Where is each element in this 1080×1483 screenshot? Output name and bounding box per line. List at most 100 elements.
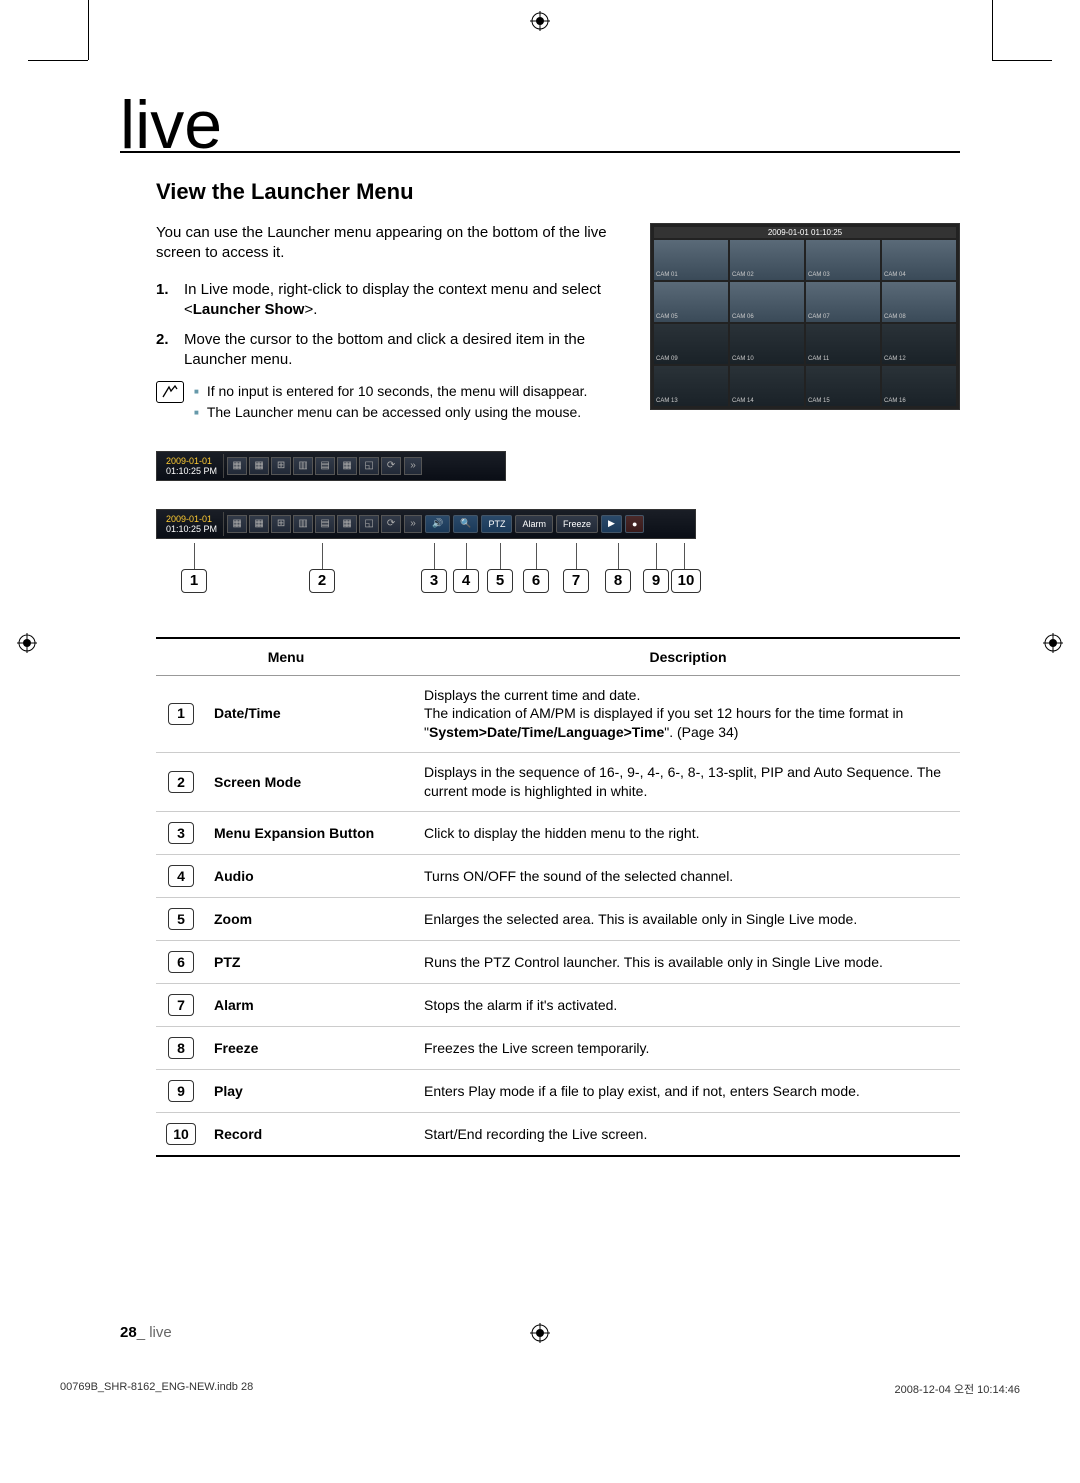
row-desc: Displays in the sequence of 16-, 9-, 4-,…: [416, 753, 960, 812]
zoom-button[interactable]: 🔍: [453, 515, 478, 533]
row-name: Alarm: [206, 983, 416, 1026]
split-9-icon[interactable]: ▦: [249, 457, 269, 475]
row-num: 10: [166, 1123, 196, 1145]
table-row: 2 Screen Mode Displays in the sequence o…: [156, 753, 960, 812]
table-row: 10 Record Start/End recording the Live s…: [156, 1112, 960, 1156]
row-desc: Turns ON/OFF the sound of the selected c…: [416, 854, 960, 897]
row-num: 2: [168, 771, 194, 793]
intro-text: You can use the Launcher menu appearing …: [156, 223, 630, 264]
callout-6: 6: [523, 569, 549, 593]
section-title: View the Launcher Menu: [156, 179, 960, 205]
registration-mark-icon: [1042, 632, 1064, 654]
row-name: Screen Mode: [206, 753, 416, 812]
cam-cell: CAM 07: [806, 282, 880, 322]
split-6-icon[interactable]: ▥: [293, 515, 313, 533]
registration-mark-icon: [16, 632, 38, 654]
split-16-icon[interactable]: ▦: [227, 457, 247, 475]
row-num: 7: [168, 994, 194, 1016]
note-1: If no input is entered for 10 seconds, t…: [194, 381, 587, 402]
split-9-icon[interactable]: ▦: [249, 515, 269, 533]
cam-cell: CAM 02: [730, 240, 804, 280]
row-desc: Enters Play mode if a file to play exist…: [416, 1069, 960, 1112]
screen-mode-icons: ▦ ▦ ⊞ ▥ ▤ ▦ ◱ ⟳: [227, 515, 401, 533]
row-num: 9: [168, 1080, 194, 1102]
split-4-icon[interactable]: ⊞: [271, 457, 291, 475]
callout-5: 5: [487, 569, 513, 593]
row-desc: Enlarges the selected area. This is avai…: [416, 897, 960, 940]
cam-cell: CAM 01: [654, 240, 728, 280]
split-6-icon[interactable]: ▥: [293, 457, 313, 475]
row-name: Menu Expansion Button: [206, 811, 416, 854]
step-2-text: Move the cursor to the bottom and click …: [184, 330, 630, 371]
footer-section: _ live: [137, 1324, 172, 1341]
crop-mark: [992, 0, 993, 60]
split-pip-icon[interactable]: ◱: [359, 515, 379, 533]
split-auto-icon[interactable]: ⟳: [381, 457, 401, 475]
callout-9: 9: [643, 569, 669, 593]
launcher-datetime: 2009-01-01 01:10:25 PM: [160, 512, 224, 536]
row-name: Freeze: [206, 1026, 416, 1069]
print-file: 00769B_SHR-8162_ENG-NEW.indb 28: [60, 1381, 253, 1397]
callout-2: 2: [309, 569, 335, 593]
row-name: Zoom: [206, 897, 416, 940]
cam-cell: CAM 15: [806, 366, 880, 406]
split-8-icon[interactable]: ▤: [315, 515, 335, 533]
cam-cell: CAM 08: [882, 282, 956, 322]
callout-4: 4: [453, 569, 479, 593]
row-num: 8: [168, 1037, 194, 1059]
row-name: Date/Time: [206, 675, 416, 753]
table-row: 3 Menu Expansion Button Click to display…: [156, 811, 960, 854]
menu-description-table: Menu Description 1 Date/Time Displays th…: [156, 637, 960, 1157]
cam-cell: CAM 11: [806, 324, 880, 364]
play-button[interactable]: ▶: [601, 515, 622, 533]
menu-expand-button[interactable]: »: [404, 457, 422, 475]
freeze-button[interactable]: Freeze: [556, 515, 598, 533]
cam-cell: CAM 10: [730, 324, 804, 364]
split-auto-icon[interactable]: ⟳: [381, 515, 401, 533]
alarm-button[interactable]: Alarm: [515, 515, 553, 533]
callout-row: 1 2 3 4 5 6 7 8 9 10: [156, 543, 960, 603]
page-number: 28: [120, 1324, 137, 1341]
row-name: Record: [206, 1112, 416, 1156]
row-name: Audio: [206, 854, 416, 897]
note-icon: [156, 381, 184, 403]
split-8-icon[interactable]: ▤: [315, 457, 335, 475]
split-pip-icon[interactable]: ◱: [359, 457, 379, 475]
split-16-icon[interactable]: ▦: [227, 515, 247, 533]
launcher-bar-collapsed: 2009-01-01 01:10:25 PM ▦ ▦ ⊞ ▥ ▤ ▦ ◱ ⟳ »: [156, 451, 506, 481]
launcher-bar-expanded: 2009-01-01 01:10:25 PM ▦ ▦ ⊞ ▥ ▤ ▦ ◱ ⟳ »…: [156, 509, 696, 539]
row-name: Play: [206, 1069, 416, 1112]
table-row: 6 PTZ Runs the PTZ Control launcher. Thi…: [156, 940, 960, 983]
row-num: 6: [168, 951, 194, 973]
menu-expand-button[interactable]: »: [404, 515, 422, 533]
record-button[interactable]: ●: [625, 515, 644, 533]
print-metadata: 00769B_SHR-8162_ENG-NEW.indb 28 2008-12-…: [60, 1381, 1020, 1397]
split-13-icon[interactable]: ▦: [337, 515, 357, 533]
cam-cell: CAM 09: [654, 324, 728, 364]
cam-cell: CAM 03: [806, 240, 880, 280]
col-description: Description: [416, 638, 960, 676]
launcher-datetime: 2009-01-01 01:10:25 PM: [160, 454, 224, 478]
cam-cell: CAM 04: [882, 240, 956, 280]
split-13-icon[interactable]: ▦: [337, 457, 357, 475]
row-desc: Freezes the Live screen temporarily.: [416, 1026, 960, 1069]
step-1-bold: Launcher Show: [193, 301, 305, 318]
cam-cell: CAM 13: [654, 366, 728, 406]
ptz-button[interactable]: PTZ: [481, 515, 512, 533]
crop-mark: [992, 60, 1052, 61]
note-2: The Launcher menu can be accessed only u…: [194, 402, 587, 423]
step-1-after: >.: [304, 301, 317, 318]
callout-10: 10: [671, 569, 701, 593]
table-row: 7 Alarm Stops the alarm if it's activate…: [156, 983, 960, 1026]
split-4-icon[interactable]: ⊞: [271, 515, 291, 533]
cam-cell: CAM 06: [730, 282, 804, 322]
grid-timestamp: 2009-01-01 01:10:25: [654, 227, 956, 238]
callout-3: 3: [421, 569, 447, 593]
table-row: 8 Freeze Freezes the Live screen tempora…: [156, 1026, 960, 1069]
row-desc: Stops the alarm if it's activated.: [416, 983, 960, 1026]
audio-button[interactable]: 🔊: [425, 515, 450, 533]
callout-7: 7: [563, 569, 589, 593]
row-num: 5: [168, 908, 194, 930]
row-desc: Displays the current time and date. The …: [416, 675, 960, 753]
callout-8: 8: [605, 569, 631, 593]
